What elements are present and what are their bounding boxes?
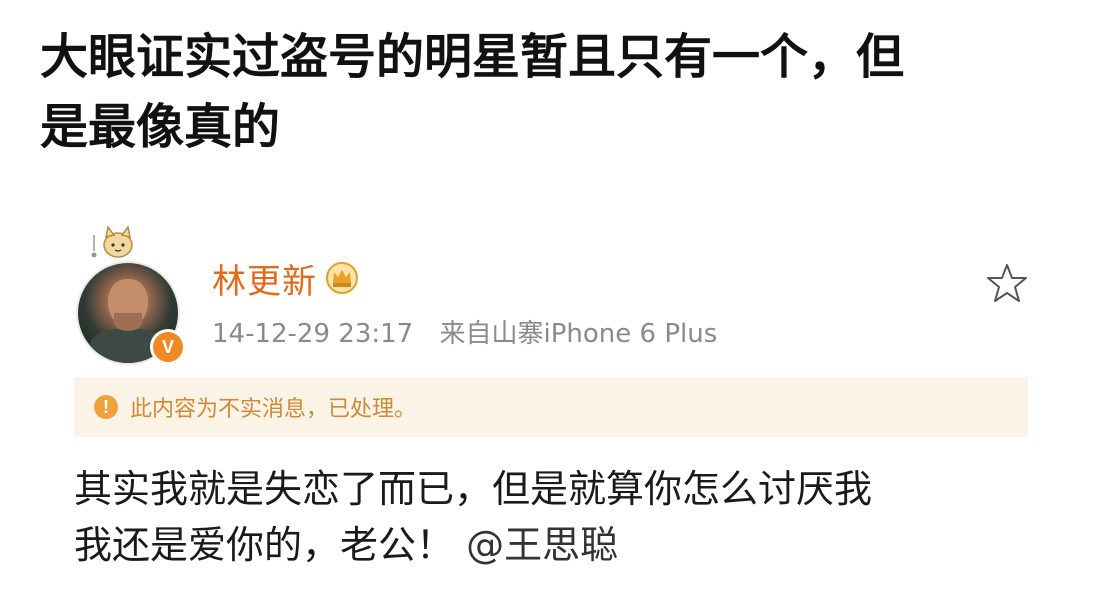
warning-icon: !	[94, 395, 118, 419]
post-source: 来自山寨iPhone 6 Plus	[439, 319, 718, 349]
post-meta: 14-12-29 23:17 来自山寨iPhone 6 Plus	[212, 313, 717, 350]
caption-line-1: 大眼证实过盗号的明星暂且只有一个，但	[40, 29, 905, 85]
post-body-line-2-text: 我还是爱你的，老公！	[74, 523, 455, 567]
avatar-group[interactable]: V	[68, 225, 188, 365]
username-row: 林更新	[212, 253, 359, 303]
weibo-post-card: V 林更新 14-12-29 23:17 来自山寨iPhone 6 Plus !…	[60, 205, 1060, 589]
favorite-star-icon[interactable]	[985, 261, 1029, 305]
crown-vip-icon[interactable]	[325, 261, 359, 295]
username[interactable]: 林更新	[212, 254, 317, 303]
pendant-cat-icon	[91, 225, 133, 258]
verified-badge: V	[150, 329, 186, 365]
screenshot-page: 大眼证实过盗号的明星暂且只有一个，但 是最像真的 V 林更新 14-12-29 …	[0, 0, 1100, 589]
mention-link[interactable]: @王思聪	[466, 523, 618, 567]
post-body-line-2: 我还是爱你的，老公！ @王思聪	[74, 517, 1044, 573]
notice-banner: ! 此内容为不实消息，已处理。	[74, 377, 1028, 437]
notice-text: 此内容为不实消息，已处理。	[130, 397, 417, 422]
avatar-chin	[114, 313, 142, 331]
caption-title: 大眼证实过盗号的明星暂且只有一个，但 是最像真的	[40, 22, 1060, 162]
post-body: 其实我就是失恋了而已，但是就算你怎么讨厌我 我还是爱你的，老公！ @王思聪	[74, 461, 1044, 573]
post-body-line-1: 其实我就是失恋了而已，但是就算你怎么讨厌我	[74, 467, 873, 511]
post-timestamp: 14-12-29 23:17	[212, 319, 414, 349]
caption-line-2: 是最像真的	[40, 99, 281, 155]
